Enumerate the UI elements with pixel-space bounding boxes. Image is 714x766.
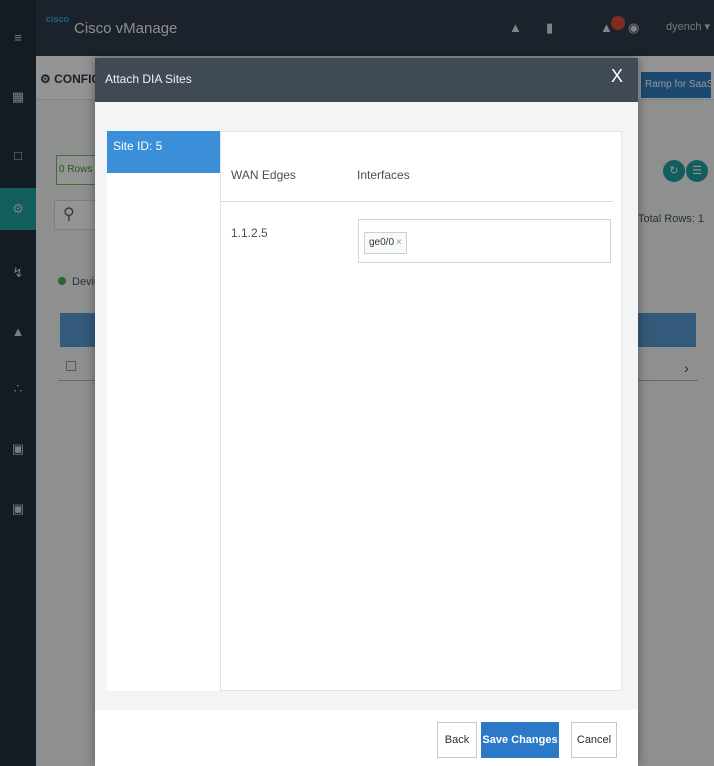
attach-dia-sites-modal: Attach DIA Sites X Site ID: 5 WAN Edges … (95, 58, 638, 766)
site-detail-panel: WAN Edges Interfaces 1.1.2.5 ge0/0 × (220, 131, 622, 691)
modal-body: Site ID: 5 WAN Edges Interfaces 1.1.2.5 … (95, 102, 638, 710)
site-list: Site ID: 5 (107, 131, 220, 691)
modal-header: Attach DIA Sites X (95, 58, 638, 102)
interfaces-input[interactable]: ge0/0 × (358, 219, 611, 263)
column-header-interfaces: Interfaces (357, 168, 410, 182)
modal-title: Attach DIA Sites (105, 72, 192, 86)
cancel-button[interactable]: Cancel (571, 722, 617, 758)
remove-tag-icon[interactable]: × (396, 237, 402, 248)
close-icon[interactable]: X (611, 66, 623, 87)
save-changes-button[interactable]: Save Changes (481, 722, 559, 758)
wan-edge-value: 1.1.2.5 (231, 226, 268, 240)
back-button[interactable]: Back (437, 722, 477, 758)
site-item-5[interactable]: Site ID: 5 (107, 131, 220, 173)
column-header-wan-edges: WAN Edges (231, 168, 296, 182)
header-divider (221, 201, 613, 202)
interface-tag[interactable]: ge0/0 × (364, 232, 407, 254)
modal-footer: Back Save Changes Cancel (95, 710, 638, 766)
